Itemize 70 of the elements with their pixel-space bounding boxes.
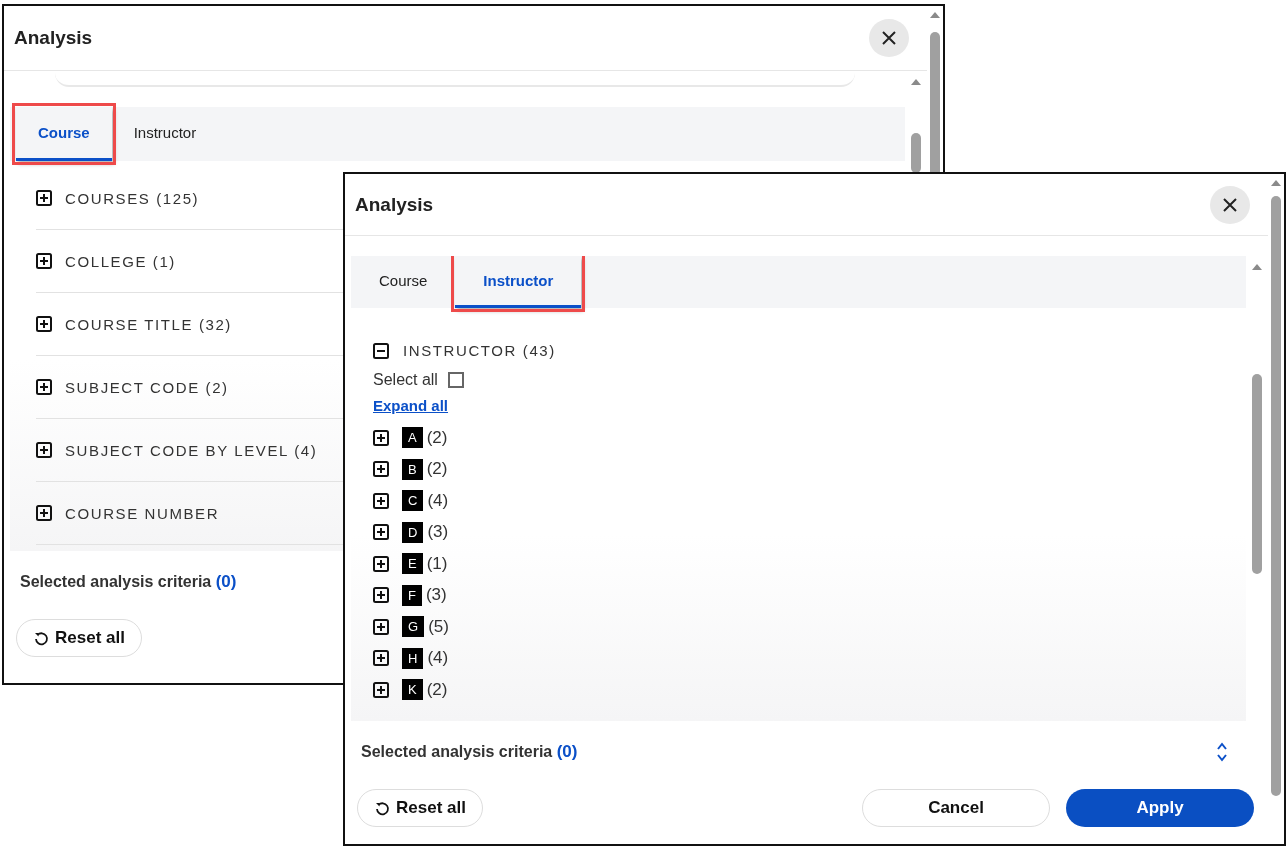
cancel-button[interactable]: Cancel: [862, 789, 1050, 827]
count-label: (2): [426, 427, 448, 448]
scroll-up-icon[interactable]: [1271, 180, 1281, 186]
plus-box-icon[interactable]: [36, 505, 52, 521]
checkbox[interactable]: [447, 372, 464, 388]
reset-icon: [374, 800, 390, 816]
filter-label[interactable]: COURSE TITLE (32): [65, 315, 232, 333]
filter-label[interactable]: SUBJECT CODE (2): [65, 378, 229, 396]
count-label: (3): [427, 522, 449, 543]
plus-box-icon[interactable]: [36, 442, 52, 458]
criteria-label: Selected analysis criteria: [361, 743, 554, 761]
scrollbar-thumb[interactable]: [1252, 374, 1262, 574]
plus-box-icon[interactable]: [373, 555, 389, 572]
scroll-up-icon[interactable]: [911, 79, 921, 85]
plus-box-icon[interactable]: [36, 190, 52, 206]
criteria-count: (0): [215, 572, 237, 592]
letter-label: C: [402, 490, 424, 512]
letter-label: E: [402, 553, 423, 575]
count-label: (1): [426, 553, 448, 574]
close-button[interactable]: [869, 19, 909, 57]
close-icon: [1222, 196, 1238, 213]
reset-button[interactable]: Reset all: [357, 789, 483, 827]
count-label: (3): [425, 585, 447, 606]
plus-box-icon[interactable]: [36, 316, 52, 332]
expand-all-link[interactable]: Expand all: [373, 397, 449, 414]
close-button[interactable]: [1210, 185, 1250, 224]
filter-label[interactable]: COURSE NUMBER: [65, 504, 220, 522]
filter-label[interactable]: COLLEGE (1): [65, 252, 176, 270]
dialog-title: Analysis: [355, 193, 434, 216]
tab[interactable]: Course: [351, 256, 456, 308]
letter-label: D: [402, 521, 424, 543]
reset-icon: [33, 630, 49, 646]
plus-box-icon[interactable]: [373, 681, 389, 698]
letter-label: B: [402, 458, 423, 480]
count-label: (5): [428, 616, 449, 637]
letter-label: K: [402, 679, 423, 701]
count-label: (4): [427, 490, 449, 511]
count-label: (4): [427, 648, 449, 669]
letter-label: F: [402, 584, 422, 606]
tab[interactable]: Instructor: [111, 107, 219, 161]
plus-box-icon[interactable]: [36, 379, 52, 395]
filter-label[interactable]: SUBJECT CODE BY LEVEL (4): [65, 441, 318, 459]
scrollbar-thumb[interactable]: [911, 133, 921, 173]
plus-box-icon[interactable]: [373, 492, 389, 509]
minus-box-icon[interactable]: [373, 342, 389, 359]
letter-label: H: [402, 647, 424, 669]
apply-button[interactable]: Apply: [1066, 789, 1254, 827]
filter-label[interactable]: COURSES (125): [65, 189, 200, 207]
scroll-up-icon[interactable]: [1252, 264, 1262, 270]
plus-box-icon[interactable]: [373, 650, 389, 667]
dialog-title: Analysis: [14, 27, 93, 49]
scrollbar-thumb[interactable]: [1271, 196, 1281, 796]
plus-box-icon[interactable]: [36, 253, 52, 269]
count-label: (2): [426, 679, 448, 700]
plus-box-icon[interactable]: [373, 587, 389, 604]
scroll-up-icon[interactable]: [930, 12, 940, 18]
reset-button[interactable]: Reset all: [16, 619, 142, 657]
criteria-count: (0): [556, 742, 578, 762]
plus-box-icon[interactable]: [373, 524, 389, 541]
plus-box-icon[interactable]: [373, 461, 389, 478]
filter-label[interactable]: INSTRUCTOR (43): [403, 342, 556, 359]
plus-box-icon[interactable]: [373, 618, 389, 635]
chevron-up-down-icon[interactable]: [1216, 742, 1228, 762]
count-label: (2): [426, 459, 448, 480]
letter-label: A: [402, 427, 423, 449]
plus-box-icon[interactable]: [373, 429, 389, 446]
close-icon: [881, 30, 897, 46]
criteria-label: Selected analysis criteria: [20, 573, 213, 591]
letter-label: G: [402, 616, 425, 638]
select-all-label: Select all: [373, 371, 438, 389]
